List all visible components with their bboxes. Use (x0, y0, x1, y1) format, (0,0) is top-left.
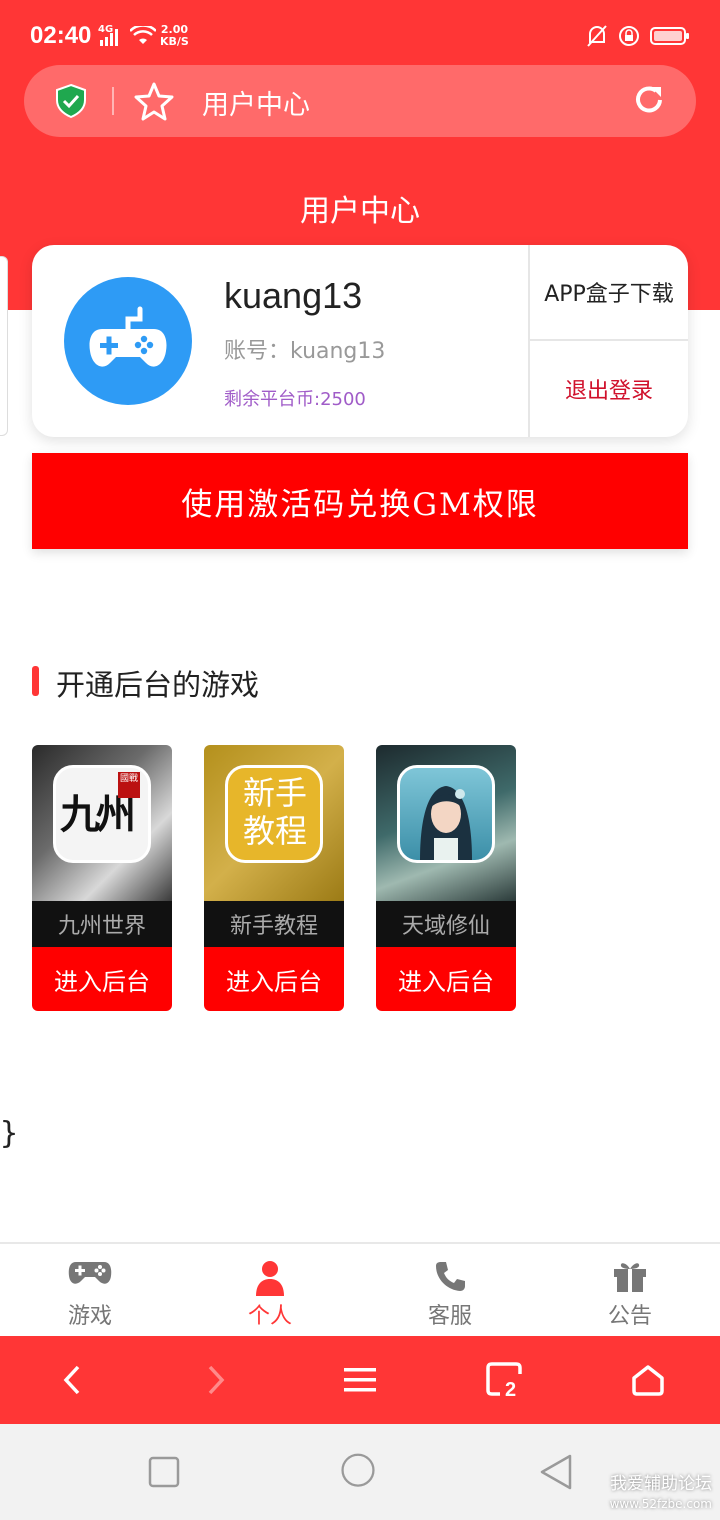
home-circle-icon[interactable] (338, 1452, 378, 1492)
speed-unit: KB/S (160, 35, 189, 48)
menu-button[interactable] (338, 1358, 382, 1402)
game-icon: 新手教程 (225, 765, 323, 863)
game-card[interactable]: 九州 國戰 九州世界 进入后台 (32, 745, 172, 1011)
tab-support[interactable]: 客服 (360, 1244, 540, 1338)
tab-announcements[interactable]: 公告 (540, 1244, 720, 1338)
game-banner (376, 745, 516, 901)
game-card[interactable]: 新手教程 新手教程 进入后台 (204, 745, 344, 1011)
game-card[interactable]: 天域修仙 进入后台 (376, 745, 516, 1011)
bottom-tab-bar: 游戏 个人 客服 公告 (0, 1242, 720, 1336)
game-icon: 九州 國戰 (53, 765, 151, 863)
forward-button[interactable] (194, 1358, 238, 1402)
section-accent-bar (32, 666, 39, 696)
username: kuang13 (224, 275, 363, 316)
status-bar: 02:40 4G 2.00 KB/S (0, 0, 720, 62)
tab-label: 客服 (427, 1304, 472, 1329)
tabs-icon: 2 (486, 1362, 522, 1398)
game-icon-text: 新手教程 (242, 774, 307, 850)
home-icon (632, 1365, 664, 1396)
person-icon (256, 1261, 284, 1296)
tab-games[interactable]: 游戏 (0, 1244, 180, 1338)
watermark: 我爱辅助论坛 www.52fzbe.com (610, 1474, 712, 1514)
platform-coin-balance: 剩余平台币:2500 (224, 389, 366, 410)
bookmark-star-icon[interactable] (134, 81, 174, 121)
watermark-line2: www.52fzbe.com (609, 1497, 712, 1511)
browser-toolbar: 2 (0, 1336, 720, 1424)
game-banner: 新手教程 (204, 745, 344, 901)
enter-backend-button[interactable]: 进入后台 (32, 947, 172, 1011)
tabs-button[interactable]: 2 (484, 1358, 528, 1402)
account-id: 账号：kuang13 (224, 339, 386, 364)
redeem-gm-button[interactable]: 使用激活码兑换GM权限 (32, 453, 688, 549)
game-name: 天域修仙 (376, 901, 516, 947)
game-name: 九州世界 (32, 901, 172, 947)
game-name: 新手教程 (204, 901, 344, 947)
recents-square-icon[interactable] (144, 1452, 184, 1492)
network-speed: 2.00 KB/S (160, 24, 189, 48)
tab-label: 个人 (247, 1304, 292, 1329)
mute-bell-icon (587, 25, 607, 47)
watermark-line1: 我爱辅助论坛 (610, 1474, 712, 1494)
game-icon (397, 765, 495, 863)
rotation-lock-icon (619, 26, 639, 46)
chevron-left-icon (63, 1365, 80, 1395)
url-bar-title[interactable]: 用户中心 (202, 83, 310, 122)
character-portrait (420, 786, 472, 860)
back-triangle-icon[interactable] (536, 1452, 576, 1492)
tab-personal[interactable]: 个人 (180, 1244, 360, 1338)
home-button[interactable] (626, 1358, 670, 1402)
chevron-right-icon (208, 1365, 225, 1395)
shield-icon[interactable] (54, 83, 88, 119)
section-title: 开通后台的游戏 (56, 668, 260, 702)
avatar[interactable] (64, 277, 192, 405)
tab-label: 公告 (607, 1304, 652, 1329)
game-banner: 九州 國戰 (32, 745, 172, 901)
logout-button[interactable]: 退出登录 (530, 341, 688, 437)
gift-icon (614, 1263, 646, 1292)
tab-count: 2 (505, 1379, 516, 1398)
enter-backend-button[interactable]: 进入后台 (376, 947, 516, 1011)
phone-icon (436, 1262, 465, 1291)
enter-backend-button[interactable]: 进入后台 (204, 947, 344, 1011)
back-button[interactable] (50, 1358, 94, 1402)
battery-icon (650, 27, 689, 45)
status-time: 02:40 (30, 22, 92, 49)
side-drawer-edge[interactable] (0, 256, 8, 436)
page-title: 用户中心 (300, 194, 420, 229)
url-bar-divider (112, 87, 114, 115)
gamepad-icon (68, 1262, 112, 1284)
stray-brace-text: } (0, 1116, 19, 1151)
reload-icon[interactable] (632, 83, 666, 117)
user-info-card: kuang13 账号：kuang13 剩余平台币:2500 APP盒子下载 退出… (32, 245, 688, 437)
tab-label: 游戏 (67, 1304, 112, 1329)
browser-url-bar[interactable]: 用户中心 (24, 65, 696, 137)
hamburger-menu-icon (344, 1368, 376, 1392)
game-icon-badge: 國戰 (118, 772, 140, 798)
app-download-button[interactable]: APP盒子下载 (530, 245, 688, 339)
gamepad-icon (89, 306, 167, 367)
signal-icon (100, 29, 118, 46)
wifi-icon (130, 26, 156, 44)
